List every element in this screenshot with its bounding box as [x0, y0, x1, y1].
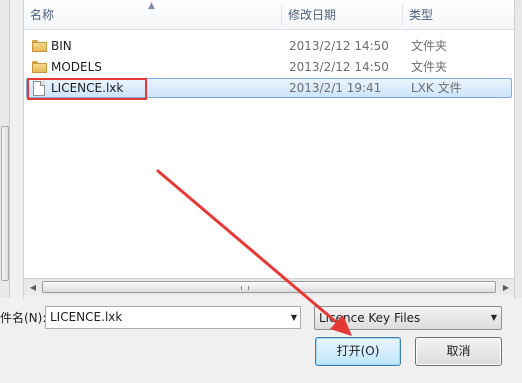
- scroll-left-icon[interactable]: ◀: [25, 280, 41, 295]
- file-date: 2013/2/12 14:50: [289, 39, 389, 53]
- column-header-date[interactable]: 修改日期: [282, 0, 402, 30]
- filename-value: LICENCE.lxk: [50, 310, 123, 324]
- column-header-type[interactable]: 类型: [403, 0, 513, 30]
- folder-icon: [32, 61, 47, 73]
- file-date: 2013/2/1 19:41: [289, 81, 382, 95]
- navigation-scrollbar[interactable]: [0, 0, 10, 298]
- column-header-name[interactable]: 名称: [24, 0, 280, 30]
- horizontal-scrollbar[interactable]: ◀ ▶: [24, 278, 514, 295]
- open-button[interactable]: 打开(O): [315, 337, 401, 366]
- file-list: ▲ 名称 修改日期 类型 BIN 2013/2/12 14:50 文件夹 MOD…: [24, 0, 514, 278]
- grip-icon: [241, 286, 249, 290]
- filename-label: 件名(N):: [0, 311, 47, 325]
- filter-value: Licence Key Files: [319, 311, 421, 325]
- file-type: LXK 文件: [411, 81, 462, 95]
- file-type: 文件夹: [411, 39, 448, 53]
- cancel-button[interactable]: 取消: [415, 337, 502, 366]
- file-name: BIN: [51, 39, 72, 53]
- file-date: 2013/2/12 14:50: [289, 60, 389, 74]
- annotation-highlight-box: [27, 78, 147, 100]
- scroll-right-icon[interactable]: ▶: [498, 280, 514, 295]
- navigation-scrollbar-thumb[interactable]: [1, 126, 9, 281]
- file-name: MODELS: [51, 60, 102, 74]
- vertical-scrollbar[interactable]: [514, 0, 522, 298]
- file-row-models[interactable]: MODELS 2013/2/12 14:50 文件夹: [26, 57, 512, 77]
- chevron-down-icon[interactable]: ▼: [291, 307, 297, 328]
- file-type: 文件夹: [411, 60, 448, 74]
- column-header-bar: ▲ 名称 修改日期 类型: [24, 0, 514, 30]
- filename-input[interactable]: LICENCE.lxk ▼: [45, 306, 301, 329]
- file-type-filter-select[interactable]: Licence Key Files ▼: [314, 306, 502, 330]
- chevron-down-icon: ▼: [490, 313, 497, 322]
- folder-icon: [32, 40, 47, 52]
- file-row-bin[interactable]: BIN 2013/2/12 14:50 文件夹: [26, 36, 512, 56]
- navigation-pane-edge: [0, 0, 24, 298]
- horizontal-scrollbar-thumb[interactable]: [42, 281, 496, 293]
